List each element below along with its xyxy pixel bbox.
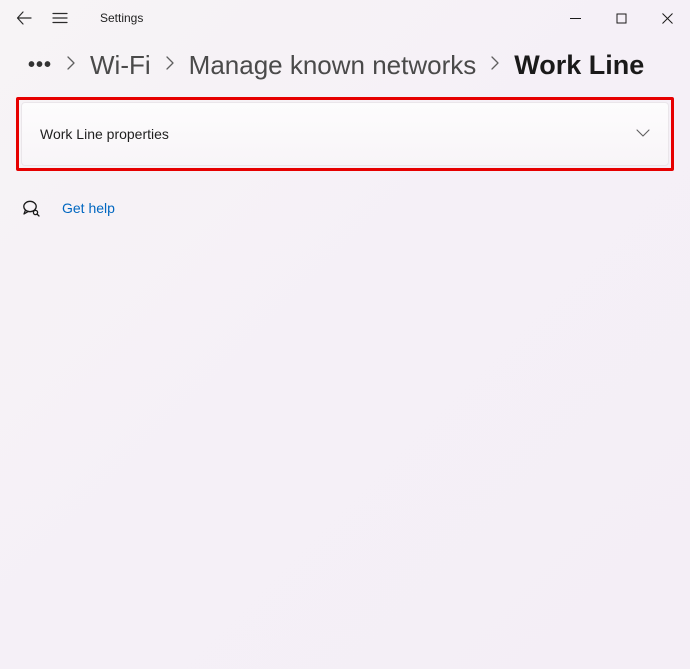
- minimize-button[interactable]: [552, 2, 598, 34]
- maximize-button[interactable]: [598, 2, 644, 34]
- hamburger-icon: [52, 10, 68, 26]
- chevron-right-icon: [165, 56, 175, 75]
- chevron-right-icon: [490, 56, 500, 75]
- breadcrumb-wifi[interactable]: Wi-Fi: [90, 50, 151, 81]
- titlebar: Settings: [0, 0, 690, 36]
- titlebar-left: Settings: [12, 6, 143, 30]
- breadcrumb-manage-networks[interactable]: Manage known networks: [189, 50, 477, 81]
- close-icon: [662, 13, 673, 24]
- maximize-icon: [616, 13, 627, 24]
- chevron-right-icon: [66, 56, 76, 75]
- help-row: Get help: [0, 171, 690, 217]
- minimize-icon: [570, 13, 581, 24]
- properties-expander[interactable]: Work Line properties: [21, 102, 669, 166]
- get-help-link[interactable]: Get help: [62, 200, 115, 216]
- back-button[interactable]: [12, 6, 36, 30]
- breadcrumb-current: Work Line: [514, 50, 644, 81]
- app-title: Settings: [100, 11, 143, 25]
- menu-button[interactable]: [48, 6, 72, 30]
- window-controls: [552, 2, 690, 34]
- chevron-down-icon: [636, 125, 650, 143]
- annotation-highlight: Work Line properties: [16, 97, 674, 171]
- arrow-left-icon: [16, 10, 32, 26]
- expander-label: Work Line properties: [40, 126, 169, 142]
- breadcrumb: ••• Wi-Fi Manage known networks Work Lin…: [0, 36, 690, 95]
- help-icon: [22, 199, 40, 217]
- close-button[interactable]: [644, 2, 690, 34]
- breadcrumb-overflow[interactable]: •••: [28, 54, 52, 77]
